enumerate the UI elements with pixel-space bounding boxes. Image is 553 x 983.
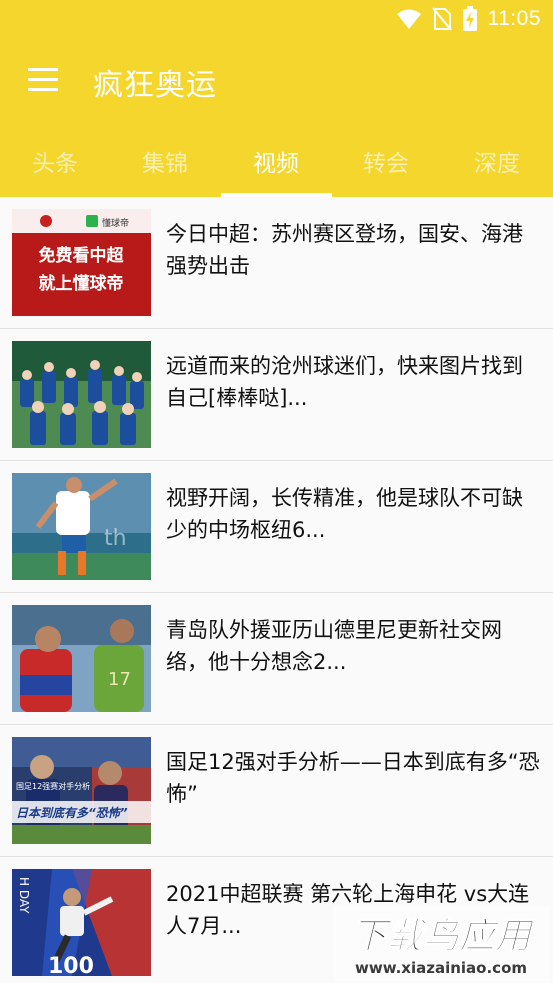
video-thumbnail: 懂球帝 免费看中超 就上懂球帝: [12, 209, 151, 316]
video-title: 视野开阔，长传精准，他是球队不可缺少的中场枢纽6...: [166, 486, 523, 542]
watermark-logo: 下载鸟应用 www.xiazainiao.com: [333, 906, 550, 981]
tab-transfers[interactable]: 转会: [331, 124, 441, 197]
tab-in-depth[interactable]: 深度: [442, 124, 552, 197]
video-list[interactable]: 懂球帝 免费看中超 就上懂球帝 今日中超：苏州赛区登场，国安、海港强势出击 远道…: [0, 197, 553, 983]
thumb-logo-text: 懂球帝: [102, 217, 129, 229]
video-thumbnail: th: [12, 473, 151, 580]
thumb-caption: 日本到底有多“恐怖”: [16, 806, 128, 820]
thumb-number: 100: [48, 954, 94, 976]
status-time: 11:05: [487, 7, 541, 30]
hamburger-menu-icon[interactable]: [28, 68, 58, 92]
status-icons: 11:05: [396, 6, 542, 32]
tab-label: 集锦: [142, 150, 188, 177]
status-bar: 11:05: [0, 0, 553, 38]
svg-text:th: th: [104, 526, 127, 551]
tab-bar: 头条 集锦 视频 转会 深度: [0, 124, 553, 197]
video-title: 今日中超：苏州赛区登场，国安、海港强势出击: [166, 222, 523, 278]
list-item[interactable]: 国足12强赛对手分析 日本到底有多“恐怖” 国足12强对手分析——日本到底有多“…: [0, 725, 553, 857]
watermark-text: 下载鸟应用: [351, 916, 535, 957]
list-item[interactable]: 懂球帝 免费看中超 就上懂球帝 今日中超：苏州赛区登场，国安、海港强势出击: [0, 197, 553, 329]
tab-video[interactable]: 视频: [221, 124, 331, 197]
thumb-text-line2: 就上懂球帝: [39, 273, 124, 294]
tab-highlights[interactable]: 集锦: [110, 124, 220, 197]
video-title: 国足12强对手分析——日本到底有多“恐怖”: [166, 750, 540, 806]
video-thumbnail: [12, 341, 151, 448]
video-title: 远道而来的沧州球迷们，快来图片找到自己[棒棒哒]...: [166, 354, 523, 410]
svg-text:17: 17: [108, 669, 131, 690]
app-bar: 疯狂奥运: [0, 38, 553, 124]
tab-headlines[interactable]: 头条: [0, 124, 110, 197]
tab-label: 视频: [253, 150, 299, 177]
tab-label: 头条: [32, 150, 78, 177]
video-thumbnail: 国足12强赛对手分析 日本到底有多“恐怖”: [12, 737, 151, 844]
video-title: 青岛队外援亚历山德里尼更新社交网络，他十分想念2...: [166, 618, 502, 674]
battery-charging-icon: [462, 6, 477, 31]
list-item[interactable]: 17 青岛队外援亚历山德里尼更新社交网络，他十分想念2...: [0, 593, 553, 725]
list-item[interactable]: 远道而来的沧州球迷们，快来图片找到自己[棒棒哒]...: [0, 329, 553, 461]
thumb-text-line1: 免费看中超: [39, 245, 125, 266]
no-sim-icon: [431, 7, 452, 31]
video-thumbnail: H DAY 100: [12, 869, 151, 976]
wifi-icon: [396, 9, 421, 29]
thumb-vertical-text: H DAY: [17, 877, 31, 914]
tab-label: 转会: [363, 150, 409, 177]
app-title: 疯狂奥运: [93, 68, 217, 103]
list-item[interactable]: th 视野开阔，长传精准，他是球队不可缺少的中场枢纽6...: [0, 461, 553, 593]
watermark-url: www.xiazainiao.com: [355, 959, 527, 977]
thumb-small-caption: 国足12强赛对手分析: [16, 781, 90, 791]
video-thumbnail: 17: [12, 605, 151, 712]
tab-label: 深度: [474, 150, 520, 177]
